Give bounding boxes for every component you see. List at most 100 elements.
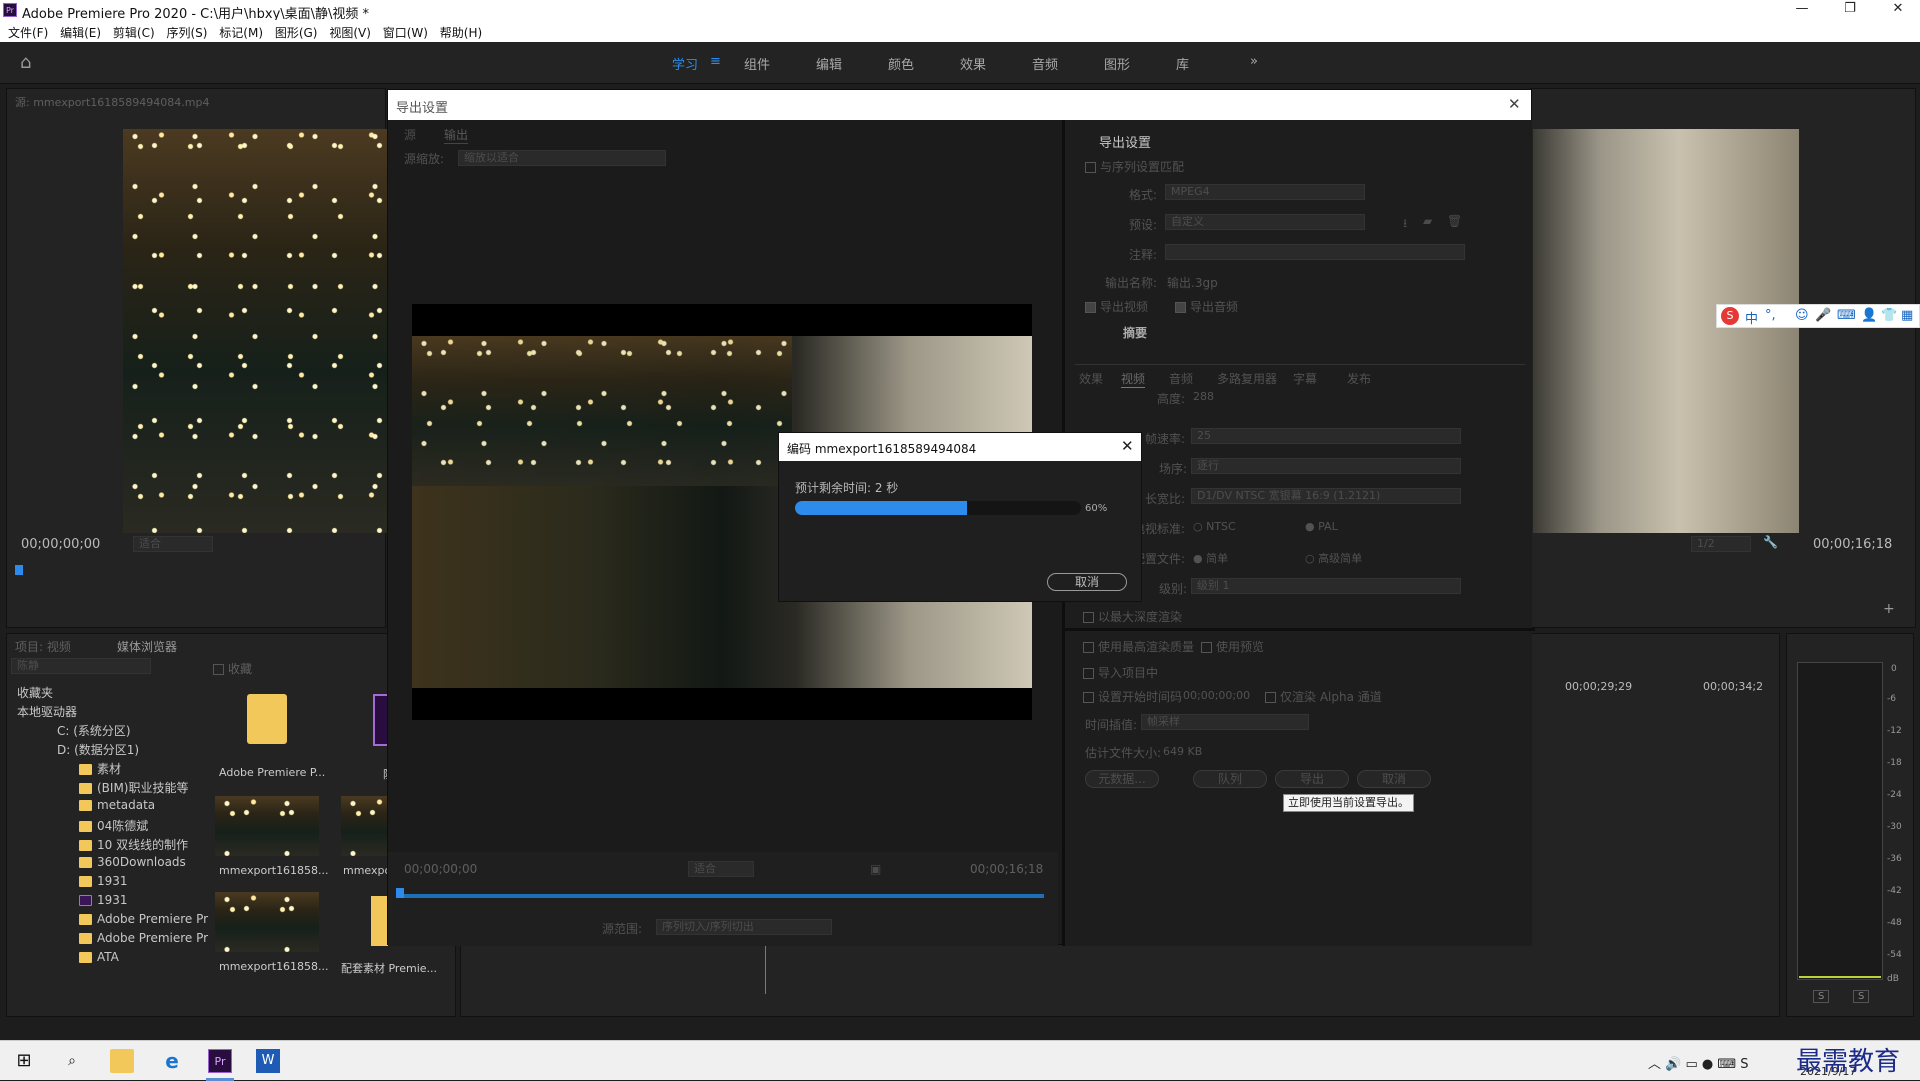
menu-clip[interactable]: 剪辑(C) (113, 24, 155, 41)
match-sequence-checkbox[interactable]: 与序列设置匹配 (1085, 158, 1184, 175)
tree-folder[interactable]: 04陈德斌 (79, 817, 148, 834)
tab-effects[interactable]: 效果 (1079, 370, 1103, 387)
frame-rate-select[interactable]: 25 (1191, 428, 1461, 444)
workspace-effects[interactable]: 效果 (960, 54, 986, 73)
workspace-color[interactable]: 颜色 (888, 54, 914, 73)
save-preset-icon[interactable]: ⭳ (1403, 214, 1407, 235)
tree-folder[interactable]: ATA (79, 950, 119, 964)
ntsc-radio[interactable]: ○ NTSC (1193, 520, 1236, 533)
level-select[interactable]: 级别 1 (1191, 578, 1461, 594)
workspace-learn[interactable]: 学习 (672, 54, 698, 73)
tree-folder[interactable]: 10 双线线的制作 (79, 836, 188, 853)
max-depth-checkbox[interactable]: 以最大深度渲染 (1083, 608, 1182, 625)
skin-icon[interactable]: 👕 (1881, 308, 1897, 323)
tab-source[interactable]: 源 (404, 126, 416, 143)
workspace-menu-icon[interactable]: ≡ (710, 54, 721, 69)
windows-start-icon[interactable]: ⊞ (12, 1049, 36, 1073)
export-button[interactable]: 导出 (1275, 770, 1349, 788)
import-project-checkbox[interactable]: 导入项目中 (1083, 664, 1158, 681)
tree-folder[interactable]: Adobe Premiere Pr (79, 931, 208, 945)
export-playhead[interactable] (396, 888, 404, 898)
file-explorer-icon[interactable] (110, 1049, 134, 1073)
export-fit-select[interactable]: 适合 (688, 861, 754, 877)
workspace-editing[interactable]: 编辑 (816, 54, 842, 73)
time-interpolation-select[interactable]: 帧采样 (1141, 714, 1309, 730)
metadata-button[interactable]: 元数据... (1085, 770, 1159, 788)
tree-folder[interactable]: 素材 (79, 760, 121, 777)
field-order-select[interactable]: 逐行 (1191, 458, 1461, 474)
menu-graphics[interactable]: 图形(G) (275, 24, 318, 41)
format-select[interactable]: MPEG4 (1165, 184, 1365, 200)
cancel-encode-button[interactable]: 取消 (1047, 573, 1127, 591)
wrench-icon[interactable]: 🔧 (1763, 535, 1778, 549)
source-tab[interactable]: 源: mmexport1618589494084.mp4 (15, 94, 209, 110)
add-button-icon[interactable]: + (1883, 601, 1895, 617)
tree-favorites[interactable]: 收藏夹 (17, 684, 53, 701)
search-icon[interactable]: ⌕ (60, 1049, 84, 1073)
profile-simple-radio[interactable]: ● 简单 (1193, 550, 1228, 566)
home-icon[interactable]: ⌂ (20, 52, 31, 73)
menu-view[interactable]: 视图(V) (329, 24, 371, 41)
word-taskbar-icon[interactable]: W (256, 1049, 280, 1073)
source-fit-select[interactable]: 适合 (133, 536, 213, 552)
sogou-icon[interactable]: S (1721, 307, 1739, 325)
ime-chinese-mode[interactable]: 中 (1745, 308, 1758, 327)
queue-button[interactable]: 队列 (1193, 770, 1267, 788)
source-playhead[interactable] (15, 565, 23, 575)
toolbox-icon[interactable]: ▦ (1901, 308, 1913, 323)
close-window-button[interactable]: ✕ (1878, 1, 1918, 19)
media-browser-tab[interactable]: 媒体浏览器 (117, 638, 177, 655)
folder-thumb-icon[interactable] (247, 694, 287, 744)
program-zoom-select[interactable]: 1/2 (1691, 536, 1751, 552)
source-timecode[interactable]: 00;00;00;00 (21, 537, 100, 552)
solo-button[interactable]: S (1853, 990, 1870, 1003)
import-preset-icon[interactable]: ▰ (1423, 214, 1432, 228)
export-range-bar[interactable] (400, 894, 1044, 898)
menu-window[interactable]: 窗口(W) (383, 24, 428, 41)
project-tab[interactable]: 项目: 视频 (15, 638, 71, 655)
menu-sequence[interactable]: 序列(S) (166, 24, 207, 41)
output-name-link[interactable]: 输出.3gp (1167, 274, 1218, 291)
tab-captions[interactable]: 字幕 (1293, 370, 1317, 387)
video-thumbnail[interactable] (341, 796, 387, 856)
max-quality-checkbox[interactable]: 使用最高渲染质量 (1083, 638, 1194, 655)
menu-marker[interactable]: 标记(M) (219, 24, 263, 41)
minimize-button[interactable]: — (1782, 1, 1822, 19)
keyboard-icon[interactable]: ⌨ (1837, 308, 1856, 323)
maximize-button[interactable]: ❐ (1830, 1, 1870, 19)
emoji-icon[interactable]: ☺ (1795, 308, 1809, 323)
tree-folder[interactable]: 360Downloads (79, 855, 186, 869)
tree-folder[interactable]: (BIM)职业技能等 (79, 779, 189, 796)
export-audio-checkbox[interactable]: 导出音频 (1175, 298, 1238, 315)
close-icon[interactable]: ✕ (1121, 437, 1134, 455)
workspace-libraries[interactable]: 库 (1176, 54, 1189, 73)
pal-radio[interactable]: ● PAL (1305, 520, 1338, 533)
workspace-assembly[interactable]: 组件 (744, 54, 770, 73)
workspace-audio[interactable]: 音频 (1032, 54, 1058, 73)
delete-preset-icon[interactable]: 🗑 (1447, 214, 1462, 228)
export-in-timecode[interactable]: 00;00;00;00 (404, 862, 477, 876)
summary-header[interactable]: 摘要 (1123, 324, 1147, 341)
tree-drive-d[interactable]: D: (数据分区1) (57, 741, 139, 758)
menu-help[interactable]: 帮助(H) (440, 24, 482, 41)
tab-video[interactable]: 视频 (1121, 370, 1146, 388)
use-previews-checkbox[interactable]: 使用预览 (1201, 638, 1264, 655)
tree-folder[interactable]: Adobe Premiere Pr (79, 912, 208, 926)
export-settings-header[interactable]: 导出设置 (1099, 132, 1151, 151)
video-thumbnail[interactable] (215, 892, 319, 952)
user-icon[interactable]: 👤 (1861, 308, 1877, 323)
edge-browser-icon[interactable]: e (160, 1049, 184, 1073)
video-thumbnail[interactable] (215, 796, 319, 856)
comment-input[interactable] (1165, 244, 1465, 260)
source-scaling-select[interactable]: 缩放以适合 (458, 150, 666, 166)
premiere-taskbar-icon[interactable]: Pr (208, 1049, 232, 1073)
more-workspaces-icon[interactable]: » (1250, 54, 1258, 69)
preset-select[interactable]: 自定义 (1165, 214, 1365, 230)
menu-file[interactable]: 文件(F) (8, 24, 48, 41)
tree-folder[interactable]: 1931 (79, 874, 128, 888)
start-timecode-checkbox[interactable]: 设置开始时间码 (1083, 688, 1182, 705)
tab-publish[interactable]: 发布 (1347, 370, 1371, 387)
cancel-export-button[interactable]: 取消 (1357, 770, 1431, 788)
ime-punctuation[interactable]: °, (1765, 308, 1776, 323)
close-icon[interactable]: ✕ (1508, 95, 1521, 113)
